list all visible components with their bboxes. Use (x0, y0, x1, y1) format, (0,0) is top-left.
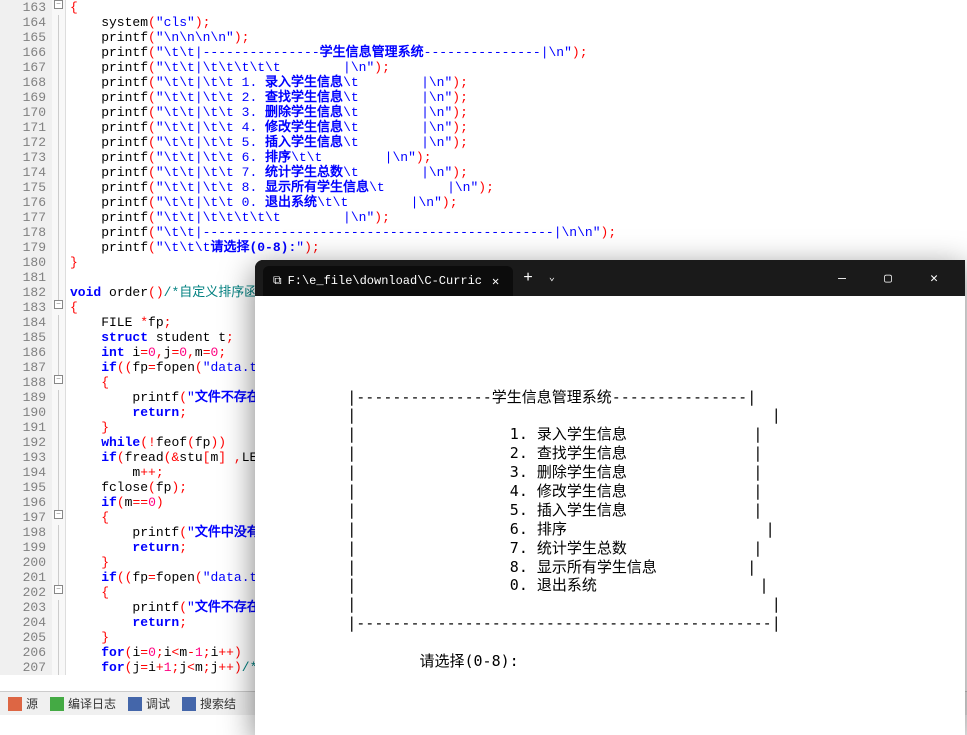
line-number-gutter: 1631641651661671681691701711721731741751… (0, 0, 52, 675)
fold-toggle[interactable]: − (54, 0, 63, 9)
new-tab-button[interactable]: + (513, 269, 543, 287)
terminal-window[interactable]: ⧉ F:\e_file\download\C-Curric ✕ + ⌄ — ▢ … (255, 260, 965, 735)
status-source[interactable]: 源 (4, 695, 42, 712)
fold-toggle[interactable]: − (54, 510, 63, 519)
terminal-output[interactable]: |---------------学生信息管理系统---------------|… (255, 296, 965, 735)
status-source-label: 源 (26, 695, 38, 712)
status-search[interactable]: 搜索结 (178, 695, 240, 712)
terminal-titlebar[interactable]: ⧉ F:\e_file\download\C-Curric ✕ + ⌄ — ▢ … (255, 260, 965, 296)
close-button[interactable]: ✕ (911, 262, 957, 294)
fold-column[interactable]: − − − − − (52, 0, 66, 675)
status-compile-log[interactable]: 编译日志 (46, 695, 120, 712)
fold-toggle[interactable]: − (54, 585, 63, 594)
fold-toggle[interactable]: − (54, 375, 63, 384)
terminal-icon: ⧉ (273, 274, 282, 288)
status-debug-label: 调试 (146, 695, 170, 712)
tab-dropdown-icon[interactable]: ⌄ (543, 272, 561, 284)
minimize-button[interactable]: — (819, 262, 865, 294)
maximize-button[interactable]: ▢ (865, 262, 911, 294)
fold-toggle[interactable]: − (54, 300, 63, 309)
terminal-tab-title: F:\e_file\download\C-Curric (288, 274, 482, 288)
status-debug[interactable]: 调试 (124, 695, 174, 712)
status-compile-label: 编译日志 (68, 695, 116, 712)
status-search-label: 搜索结 (200, 695, 236, 712)
close-icon[interactable]: ✕ (488, 274, 503, 289)
window-controls: — ▢ ✕ (819, 262, 957, 294)
terminal-tab[interactable]: ⧉ F:\e_file\download\C-Curric ✕ (263, 266, 513, 296)
